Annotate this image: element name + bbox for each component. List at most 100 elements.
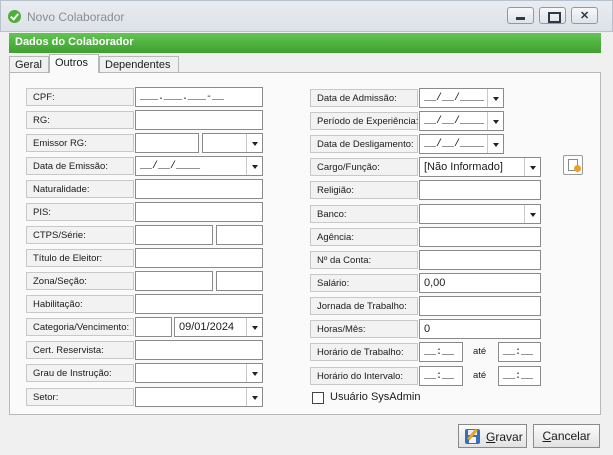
naturalidade-label: Naturalidade: (26, 180, 134, 198)
horario-trabalho-fim[interactable]: __:__ (498, 342, 541, 362)
save-label-rest: ravar (495, 430, 523, 444)
tab-geral[interactable]: Geral (9, 56, 49, 73)
habilitacao-label: Habilitação: (26, 295, 134, 313)
conta-field[interactable] (419, 250, 541, 270)
save-label: Gravar (486, 430, 523, 444)
cancel-label-rest: ancelar (551, 429, 591, 443)
horario-intervalo-inicio[interactable]: __:__ (419, 366, 463, 386)
horas-mes-field[interactable]: 0 (419, 319, 541, 339)
usuario-sysadmin-checkbox[interactable] (312, 392, 324, 404)
title-bar: Novo Colaborador ✕ (0, 0, 613, 32)
ctps-serie-field[interactable] (216, 225, 263, 245)
ate-label: até (473, 346, 487, 357)
data-desligamento-label: Data de Desligamento: (310, 135, 418, 153)
grau-instrucao-select[interactable] (135, 363, 263, 383)
categoria-field[interactable] (135, 317, 172, 337)
tab-dependentes[interactable]: Dependentes (99, 56, 179, 73)
horario-trabalho-label: Horário de Trabalho: (310, 343, 418, 361)
data-admissao-label: Data de Admissão: (310, 89, 418, 107)
cargo-funcao-label: Cargo/Função: (310, 158, 418, 176)
save-mnemonic: G (486, 430, 496, 444)
usuario-sysadmin-label: Usuário SysAdmin (330, 391, 421, 403)
religiao-label: Religião: (310, 181, 418, 199)
minimize-button[interactable] (507, 7, 534, 24)
rg-field[interactable] (135, 110, 263, 130)
chevron-down-icon[interactable] (246, 134, 262, 152)
horas-mes-label: Horas/Mês: (310, 320, 418, 338)
jornada-field[interactable] (419, 296, 541, 316)
grau-instrucao-label: Grau de Instrução: (26, 364, 134, 382)
periodo-experiencia-field[interactable]: __/__/____ (419, 111, 504, 131)
chevron-down-icon[interactable] (487, 112, 503, 130)
salario-label: Salário: (310, 274, 418, 292)
tab-outros[interactable]: Outros (49, 54, 99, 73)
data-desligamento-value: __/__/____ (424, 139, 485, 150)
cancel-button[interactable]: Cancelar (533, 424, 600, 448)
zona-field[interactable] (135, 271, 213, 291)
vencimento-field[interactable]: 09/01/2024 (174, 317, 263, 337)
chevron-down-icon[interactable] (246, 388, 262, 406)
agencia-field[interactable] (419, 227, 541, 247)
emissor-rg-label: Emissor RG: (26, 134, 134, 152)
titulo-eleitor-label: Título de Eleitor: (26, 249, 134, 267)
salario-field[interactable]: 0,00 (419, 273, 541, 293)
banco-label: Banco: (310, 205, 418, 223)
cpf-field[interactable]: ___.___.___-__ (135, 87, 263, 107)
chevron-down-icon[interactable] (246, 318, 262, 336)
cpf-label: CPF: (26, 88, 134, 106)
data-emissao-value: __/__/____ (140, 161, 201, 172)
cert-reservista-field[interactable] (135, 340, 263, 360)
periodo-experiencia-value: __/__/____ (424, 116, 485, 127)
titulo-eleitor-field[interactable] (135, 248, 263, 268)
setor-select[interactable] (135, 387, 263, 407)
data-admissao-value: __/__/____ (424, 93, 485, 104)
horario-intervalo-label: Horário do Intervalo: (310, 367, 418, 385)
conta-label: Nº da Conta: (310, 251, 418, 269)
chevron-down-icon[interactable] (487, 89, 503, 107)
data-emissao-field[interactable]: __/__/____ (135, 156, 263, 176)
ctps-label: CTPS/Série: (26, 226, 134, 244)
naturalidade-field[interactable] (135, 179, 263, 199)
pis-field[interactable] (135, 202, 263, 222)
cargo-funcao-select[interactable]: [Não Informado] (419, 157, 541, 177)
new-cargo-button[interactable] (563, 155, 583, 175)
horario-trabalho-inicio[interactable]: __:__ (419, 342, 463, 362)
setor-label: Setor: (26, 388, 134, 406)
chevron-down-icon[interactable] (487, 135, 503, 153)
agencia-label: Agência: (310, 228, 418, 246)
save-button[interactable]: Gravar (458, 424, 527, 448)
ctps-field[interactable] (135, 225, 213, 245)
data-desligamento-field[interactable]: __/__/____ (419, 134, 504, 154)
banco-select[interactable] (419, 204, 541, 224)
cert-reservista-label: Cert. Reservista: (26, 341, 134, 359)
zona-secao-label: Zona/Seção: (26, 272, 134, 290)
section-header: Dados do Colaborador (9, 33, 601, 53)
periodo-experiencia-label: Período de Experiência: (310, 112, 418, 130)
close-icon: ✕ (580, 10, 590, 22)
emissor-rg-field[interactable] (135, 133, 199, 153)
categoria-vencimento-label: Categoria/Vencimento: (26, 318, 134, 336)
check-circle-icon (8, 10, 21, 23)
habilitacao-field[interactable] (135, 294, 263, 314)
pis-label: PIS: (26, 203, 134, 221)
chevron-down-icon[interactable] (246, 157, 262, 175)
data-admissao-field[interactable]: __/__/____ (419, 88, 504, 108)
secao-field[interactable] (216, 271, 263, 291)
ate-label: até (473, 370, 487, 381)
emissor-uf-select[interactable] (202, 133, 263, 153)
chevron-down-icon[interactable] (524, 158, 540, 176)
rg-label: RG: (26, 111, 134, 129)
vencimento-value: 09/01/2024 (179, 321, 235, 333)
window-title: Novo Colaborador (27, 10, 125, 24)
cargo-funcao-value: [Não Informado] (424, 161, 503, 173)
data-emissao-label: Data de Emissão: (26, 157, 134, 175)
maximize-button[interactable] (539, 7, 566, 24)
chevron-down-icon[interactable] (524, 205, 540, 223)
cancel-mnemonic: C (542, 429, 552, 443)
close-button[interactable]: ✕ (571, 7, 598, 24)
religiao-field[interactable] (419, 180, 541, 200)
jornada-label: Jornada de Trabalho: (310, 297, 418, 315)
new-badge-icon (574, 165, 581, 172)
horario-intervalo-fim[interactable]: __:__ (498, 366, 541, 386)
chevron-down-icon[interactable] (246, 364, 262, 382)
